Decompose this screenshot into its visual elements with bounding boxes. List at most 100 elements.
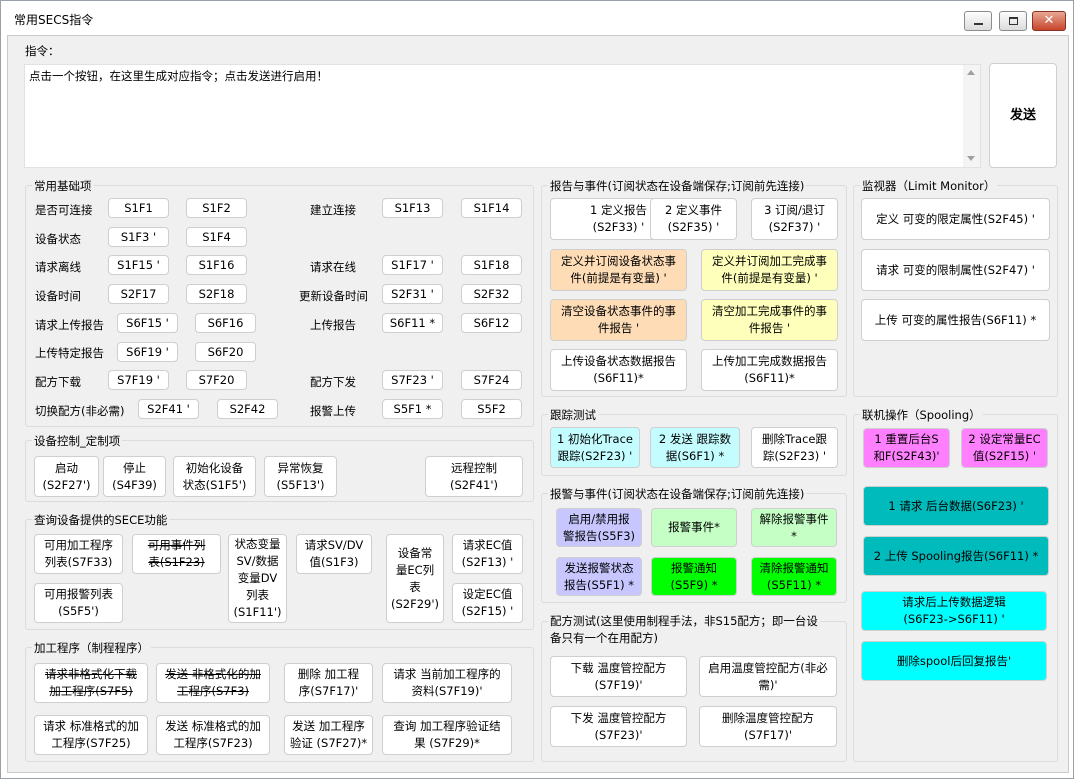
request-spool-data-button[interactable]: 1 请求 后台数据(S6F23) '	[863, 486, 1049, 526]
s1f17-button[interactable]: S1F17 '	[382, 255, 443, 275]
clear-alarm-notify-button[interactable]: 清除报警通知 (S5F11) *	[751, 557, 837, 596]
request-limit-button[interactable]: 请求 可变的限制属性(S2F47) '	[861, 249, 1050, 291]
verify-recipe-button[interactable]: 发送 加工程序 验证 (S7F27)*	[284, 715, 373, 755]
request-sv-dv-button[interactable]: 请求SV/DV 值(S1F3)	[296, 534, 372, 574]
command-text: 点击一个按钮，在这里生成对应指令；点击发送进行启用！	[29, 69, 328, 83]
label-upload-report: 上传报告	[310, 318, 356, 332]
command-textbox[interactable]: 点击一个按钮，在这里生成对应指令；点击发送进行启用！	[24, 64, 981, 168]
s2f32-button[interactable]: S2F32	[461, 284, 522, 304]
s6f15-button[interactable]: S6F15 '	[117, 313, 178, 333]
request-upload-logic-button[interactable]: 请求后上传数据逻辑 (S6F23->S6F11) '	[861, 591, 1047, 631]
s2f31-button[interactable]: S2F31 '	[382, 284, 443, 304]
sece-group-title: 查询设备提供的SECE功能	[32, 512, 170, 528]
window-title: 常用SECS指令	[14, 13, 94, 27]
s5f2-button[interactable]: S5F2	[461, 399, 522, 419]
scroll-up-icon[interactable]	[967, 70, 975, 75]
define-event-button[interactable]: 2 定义事件 (S2F35) '	[650, 198, 737, 240]
s1f14-button[interactable]: S1F14	[461, 198, 522, 218]
stop-button[interactable]: 停止 (S4F39)	[103, 456, 166, 497]
send-alarm-status-button[interactable]: 发送报警状态 报告(S5F1) *	[556, 557, 642, 596]
request-ec-button[interactable]: 请求EC值 (S2F13) '	[452, 534, 523, 574]
s6f19-button[interactable]: S6F19 '	[117, 342, 178, 362]
alarm-group-title: 报警与事件(订阅状态在设备端保存;订阅前先连接)	[548, 486, 807, 502]
remote-control-button[interactable]: 远程控制 (S2F41')	[425, 456, 523, 497]
download-temp-recipe-button[interactable]: 下载 温度管控配方 (S7F19)'	[550, 656, 687, 697]
monitor-group-title: 监视器（Limit Monitor）	[860, 178, 998, 194]
delete-spool-button[interactable]: 删除spool后回复报告'	[861, 641, 1047, 681]
s1f13-button[interactable]: S1F13	[382, 198, 443, 218]
s1f15-button[interactable]: S1F15 '	[108, 255, 169, 275]
s6f12-button[interactable]: S6F12	[461, 313, 522, 333]
send-unformatted-button[interactable]: 发送 非格式化的加 工程序(S7F3)	[156, 663, 270, 703]
clear-alarm-event-button[interactable]: 解除报警事件 *	[751, 508, 837, 547]
minimize-button[interactable]	[964, 11, 992, 31]
init-state-button[interactable]: 初始化设备 状态(S1F5')	[173, 456, 256, 497]
label-request-report: 请求上传报告	[35, 318, 104, 332]
control-group-title: 设备控制_定制项	[32, 433, 123, 449]
enable-alarm-button[interactable]: 启用/禁用报 警报告(S5F3)	[556, 508, 642, 547]
alarm-event-button[interactable]: 报警事件*	[651, 508, 737, 547]
clear-process-event-button[interactable]: 清空加工完成事件的事 件报告 '	[701, 299, 838, 341]
s7f23-button[interactable]: S7F23 '	[382, 370, 443, 390]
set-ec-button[interactable]: 设定EC值 (S2F15) '	[452, 583, 523, 623]
s1f2-button[interactable]: S1F2	[186, 198, 247, 218]
alarm-list-button[interactable]: 可用报警列表 (S5F5')	[34, 583, 123, 623]
delete-trace-button[interactable]: 删除Trace跟 踪(S2F23) '	[751, 427, 838, 468]
s6f20-button[interactable]: S6F20	[195, 342, 256, 362]
request-unformatted-button[interactable]: 请求非格式化下载 加工程序(S7F5)	[34, 663, 148, 703]
s1f4-button[interactable]: S1F4	[186, 227, 247, 247]
label-request-offline: 请求离线	[35, 260, 81, 274]
enable-temp-recipe-button[interactable]: 启用温度管控配方(非必 需)'	[699, 656, 837, 697]
set-ec-spool-button[interactable]: 2 设定常量EC 值(S2F15) '	[961, 428, 1048, 468]
define-limit-button[interactable]: 定义 可变的限定属性(S2F45) '	[861, 198, 1050, 240]
s7f19-button[interactable]: S7F19 '	[108, 370, 169, 390]
maximize-button[interactable]	[999, 11, 1027, 31]
clear-status-event-button[interactable]: 清空设备状态事件的事 件报告 '	[550, 299, 687, 341]
close-icon: ✕	[1043, 13, 1055, 28]
s2f42-button[interactable]: S2F42	[217, 399, 278, 419]
s1f18-button[interactable]: S1F18	[461, 255, 522, 275]
init-trace-button[interactable]: 1 初始化Trace 跟踪(S2F23) '	[550, 427, 640, 468]
s1f1-button[interactable]: S1F1	[108, 198, 169, 218]
alarm-notify-button[interactable]: 报警通知 (S5F9) *	[651, 557, 737, 596]
define-process-event-button[interactable]: 定义并订阅加工完成事 件(前提是有变量) '	[701, 249, 838, 291]
s6f11-button[interactable]: S6F11 *	[382, 313, 443, 333]
label-update-time: 更新设备时间	[299, 289, 368, 303]
reset-spool-button[interactable]: 1 重置后台S 和F(S2F43)'	[863, 428, 950, 468]
command-scrollbar[interactable]	[963, 65, 980, 167]
s7f24-button[interactable]: S7F24	[461, 370, 522, 390]
upload-status-report-button[interactable]: 上传设备状态数据报告 (S6F11)*	[550, 349, 687, 391]
label-recipe-send: 配方下发	[310, 375, 356, 389]
s2f17-button[interactable]: S2F17	[108, 284, 169, 304]
s5f1-button[interactable]: S5F1 *	[382, 399, 443, 419]
delete-temp-recipe-button[interactable]: 删除温度管控配方 (S7F17)'	[699, 706, 837, 747]
upload-spool-report-button[interactable]: 2 上传 Spooling报告(S6F11) *	[863, 536, 1049, 576]
s1f16-button[interactable]: S1F16	[186, 255, 247, 275]
s6f16-button[interactable]: S6F16	[195, 313, 256, 333]
error-recover-button[interactable]: 异常恢复 (S5F13')	[264, 456, 337, 497]
s1f3-button[interactable]: S1F3 '	[108, 227, 169, 247]
delete-recipe-button[interactable]: 删除 加工程 序(S7F17)'	[284, 663, 373, 703]
start-button[interactable]: 启动 (S2F27')	[34, 456, 99, 497]
upload-process-report-button[interactable]: 上传加工完成数据报告 (S6F11)*	[701, 349, 838, 391]
subscribe-button[interactable]: 3 订阅/退订 (S2F37) '	[751, 198, 838, 240]
request-formatted-button[interactable]: 请求 标准格式的加 工程序(S7F25)	[34, 715, 148, 755]
s2f18-button[interactable]: S2F18	[186, 284, 247, 304]
s2f41-button[interactable]: S2F41 '	[138, 399, 199, 419]
send-formatted-button[interactable]: 发送 标准格式的加 工程序(S7F23)	[156, 715, 270, 755]
query-verify-button[interactable]: 查询 加工程序验证结 果 (S7F29)*	[382, 715, 512, 755]
scroll-down-icon[interactable]	[967, 156, 975, 161]
label-specific-report: 上传特定报告	[35, 346, 104, 360]
close-button[interactable]: ✕	[1032, 11, 1066, 31]
upload-limit-report-button[interactable]: 上传 可变的属性报告(S6F11) *	[861, 299, 1050, 341]
ec-list-button[interactable]: 设备常 量EC列 表 (S2F29')	[386, 534, 444, 623]
s7f20-button[interactable]: S7F20	[186, 370, 247, 390]
send-button[interactable]: 发送	[989, 63, 1057, 168]
send-trace-button[interactable]: 2 发送 跟踪数 据(S6F1) *	[650, 427, 740, 468]
sv-dv-list-button[interactable]: 状态变量 SV/数据 变量DV 列表 (S1F11')	[228, 534, 287, 623]
event-list-button[interactable]: 可用事件列 表(S1F23)	[132, 534, 221, 574]
recipe-list-button[interactable]: 可用加工程序 列表(S7F33)	[34, 534, 123, 574]
define-status-event-button[interactable]: 定义并订阅设备状态事 件(前提是有变量) '	[550, 249, 687, 291]
request-current-recipe-button[interactable]: 请求 当前加工程序的 资料(S7F19)'	[382, 663, 512, 703]
send-temp-recipe-button[interactable]: 下发 温度管控配方 (S7F23)'	[550, 706, 687, 747]
